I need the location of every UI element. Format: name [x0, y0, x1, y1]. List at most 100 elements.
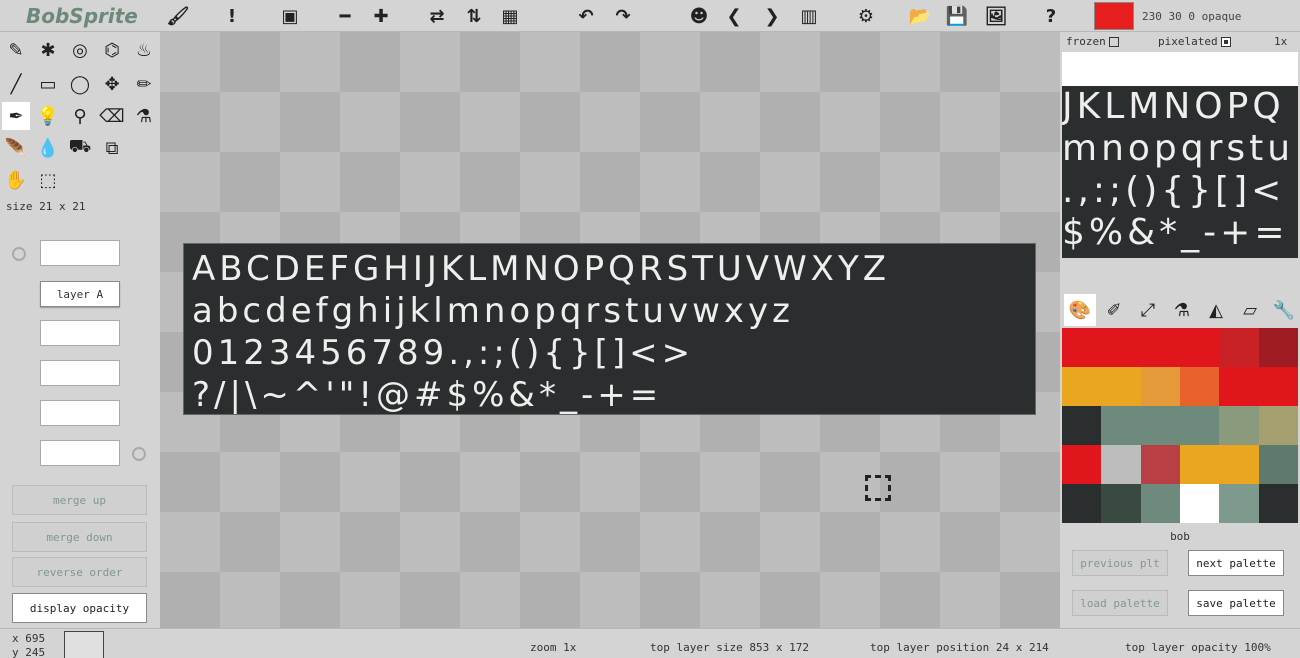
pen-icon[interactable]: ✒	[2, 102, 30, 130]
rectangle-icon[interactable]: ▭	[34, 70, 62, 98]
mirror-icon[interactable]: ◭	[1200, 294, 1232, 326]
target-icon[interactable]: ◎	[66, 36, 94, 64]
plus-icon[interactable]: ✚	[369, 4, 393, 28]
preview-zoom[interactable]: 1x	[1274, 35, 1287, 48]
palette-color-cell[interactable]	[1140, 367, 1180, 406]
palette-color-cell[interactable]	[1179, 367, 1220, 406]
palette-color-cell[interactable]	[1140, 445, 1180, 484]
palette-color-cell[interactable]	[1179, 328, 1220, 367]
next-palette-button[interactable]: next palette	[1188, 550, 1284, 576]
frozen-toggle[interactable]: frozen	[1066, 35, 1119, 48]
pixelated-checkbox[interactable]	[1220, 37, 1231, 47]
select-rect-icon[interactable]: ⬚	[34, 166, 62, 194]
brush-tool-icon[interactable]: ╱	[2, 70, 30, 98]
feather-icon[interactable]: 🪶	[2, 134, 30, 162]
move-icon[interactable]: ✥	[98, 70, 126, 98]
scribble-icon[interactable]: ✎	[2, 36, 30, 64]
palette-color-cell[interactable]	[1062, 484, 1102, 523]
swap-icon[interactable]: ⇄	[425, 4, 449, 28]
palette-color-cell[interactable]	[1219, 445, 1259, 484]
minus-icon[interactable]: ━	[333, 4, 357, 28]
pencil-icon[interactable]: ✏	[130, 70, 158, 98]
expand-icon[interactable]: ⤢	[1132, 294, 1164, 326]
layer-down-circle-icon[interactable]	[132, 447, 146, 461]
palette-color-cell[interactable]	[1219, 484, 1259, 523]
palette-color-cell[interactable]	[1140, 406, 1180, 445]
layer-slot-1[interactable]	[40, 240, 120, 266]
layer-slot-4[interactable]	[40, 360, 120, 386]
parallelogram-icon[interactable]: ▱	[1234, 294, 1266, 326]
hand-icon[interactable]: ✋	[2, 166, 30, 194]
preview-window[interactable]: JKLMNOPQ mnopqrstu .,:;(){}[]< $%&*_-+=	[1062, 86, 1298, 258]
eyedropper-icon[interactable]: ⚗	[130, 102, 158, 130]
layer-up-circle-icon[interactable]	[12, 247, 26, 261]
redo-icon[interactable]: ↷	[611, 4, 635, 28]
palette-color-cell[interactable]	[1101, 445, 1141, 484]
chevron-right-icon[interactable]: ❯	[760, 4, 784, 28]
fill-bucket-icon[interactable]: ♨	[130, 36, 158, 64]
palette-color-cell[interactable]	[1179, 406, 1220, 445]
save-icon[interactable]: 💾	[945, 4, 969, 28]
palette-color-cell[interactable]	[1101, 484, 1141, 523]
merge-up-button[interactable]: merge up	[12, 485, 147, 515]
palette-color-cell[interactable]	[1101, 328, 1141, 367]
frozen-checkbox[interactable]	[1108, 37, 1119, 47]
palette-color-cell[interactable]	[1219, 406, 1259, 445]
merge-down-button[interactable]: merge down	[12, 522, 147, 552]
spray-icon[interactable]: ✱	[34, 36, 62, 64]
palette-color-cell[interactable]	[1179, 484, 1220, 523]
palette-edit-icon[interactable]: ✐	[1098, 294, 1130, 326]
palette-color-cell[interactable]	[1101, 367, 1141, 406]
undo-icon[interactable]: ↶	[574, 4, 598, 28]
palette-color-cell[interactable]	[1140, 484, 1180, 523]
palette-color-cell[interactable]	[1219, 328, 1259, 367]
pixelated-toggle[interactable]: pixelated	[1158, 35, 1231, 48]
layer-slot-3[interactable]	[40, 320, 120, 346]
wrench-icon[interactable]: 🔧	[1268, 294, 1300, 326]
drawing-canvas[interactable]: ABCDEFGHIJKLMNOPQRSTUVWXYZ abcdefghijklm…	[160, 32, 1060, 628]
bucket-icon[interactable]: ⛟	[66, 134, 94, 162]
layer-slot-6[interactable]	[40, 440, 120, 466]
gear-icon[interactable]: ⚙	[854, 4, 878, 28]
display-opacity-button[interactable]: display opacity	[12, 593, 147, 623]
palette-color-cell[interactable]	[1258, 484, 1298, 523]
image-save-icon[interactable]: 🖼	[984, 4, 1008, 28]
palette-color-cell[interactable]	[1179, 445, 1220, 484]
checker-icon[interactable]: ▦	[498, 4, 522, 28]
palette-color-cell[interactable]	[1062, 445, 1102, 484]
palette-color-cell[interactable]	[1140, 328, 1180, 367]
palette-icon[interactable]: 🎨	[1064, 294, 1096, 326]
frame-icon[interactable]: ▣	[278, 4, 302, 28]
layer-slot-5[interactable]	[40, 400, 120, 426]
bulb-light-icon[interactable]: ⚲	[66, 102, 94, 130]
folder-icon[interactable]: 📂	[908, 4, 932, 28]
brush-icon[interactable]: 🖌	[166, 4, 190, 28]
save-palette-button[interactable]: save palette	[1188, 590, 1284, 616]
bucket-target-icon[interactable]: ⌬	[98, 36, 126, 64]
flip-icon[interactable]: ⇅	[462, 4, 486, 28]
layer-slot-a[interactable]: layer A	[40, 281, 120, 307]
palette-color-cell[interactable]	[1258, 367, 1298, 406]
current-color-swatch[interactable]	[1094, 2, 1134, 30]
load-palette-button[interactable]: load palette	[1072, 590, 1168, 616]
palette-color-cell[interactable]	[1062, 367, 1102, 406]
ellipse-icon[interactable]: ◯	[66, 70, 94, 98]
head-icon[interactable]: ☻	[687, 4, 711, 28]
bulb-dark-icon[interactable]: 💡	[34, 102, 62, 130]
columns-icon[interactable]: ▥	[797, 4, 821, 28]
reverse-order-button[interactable]: reverse order	[12, 557, 147, 587]
dropper-icon[interactable]: ⚗	[1166, 294, 1198, 326]
palette-color-cell[interactable]	[1101, 406, 1141, 445]
scale-icon[interactable]: ⧉	[98, 134, 126, 162]
palette-color-cell[interactable]	[1258, 328, 1298, 367]
help-icon[interactable]: ?	[1039, 4, 1063, 28]
chevron-left-icon[interactable]: ❮	[722, 4, 746, 28]
palette-color-cell[interactable]	[1062, 328, 1102, 367]
alert-icon[interactable]: !	[220, 4, 244, 28]
palette-color-cell[interactable]	[1258, 445, 1298, 484]
palette-color-cell[interactable]	[1062, 406, 1102, 445]
drop-icon[interactable]: 💧	[34, 134, 62, 162]
eraser-icon[interactable]: ⌫	[98, 102, 126, 130]
palette-color-cell[interactable]	[1258, 406, 1298, 445]
palette-color-cell[interactable]	[1219, 367, 1259, 406]
